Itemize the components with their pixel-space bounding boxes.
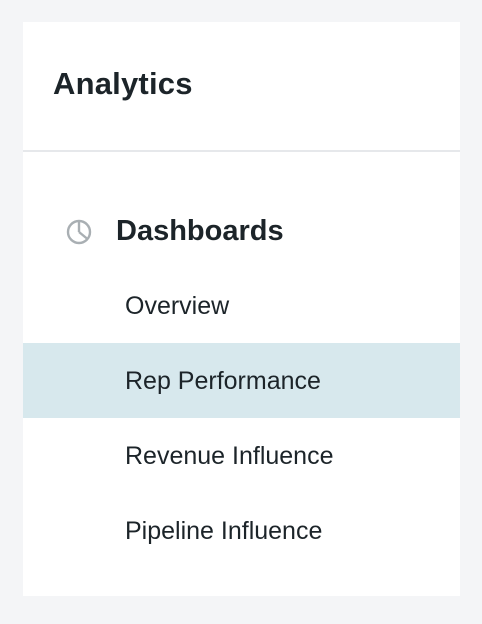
nav-item-rep-performance[interactable]: Rep Performance <box>23 343 460 418</box>
nav-item-label: Overview <box>125 292 230 320</box>
nav-item-pipeline-influence[interactable]: Pipeline Influence <box>23 493 460 568</box>
nav-item-label: Rep Performance <box>125 367 321 395</box>
nav-item-label: Pipeline Influence <box>125 517 323 545</box>
nav-item-revenue-influence[interactable]: Revenue Influence <box>23 418 460 493</box>
dashboards-nav-list: Overview Rep Performance Revenue Influen… <box>23 268 460 568</box>
nav-item-label: Revenue Influence <box>125 442 334 470</box>
dashboards-section-header[interactable]: Dashboards <box>23 210 460 252</box>
pie-chart-icon <box>65 218 93 246</box>
section-label-dashboards: Dashboards <box>116 215 284 247</box>
panel-header: Analytics <box>23 22 460 152</box>
panel-title: Analytics <box>53 66 193 101</box>
analytics-nav-panel: Analytics Dashboards Overview Rep Perfor… <box>23 22 460 596</box>
nav-item-overview[interactable]: Overview <box>23 268 460 343</box>
